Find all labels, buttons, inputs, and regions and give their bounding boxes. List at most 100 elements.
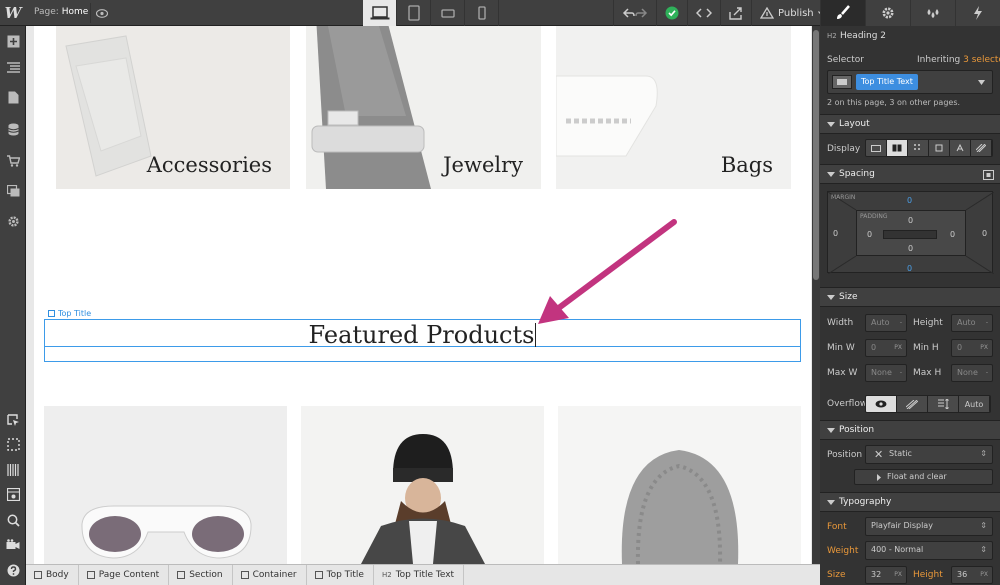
overflow-auto-button[interactable]: Auto (959, 396, 990, 412)
display-inline-block-button[interactable] (929, 140, 950, 156)
height-label: Height (913, 318, 943, 328)
margin-right[interactable]: 0 (982, 229, 987, 238)
line-height-field[interactable]: 36 PX (951, 566, 993, 584)
breadcrumb-body[interactable]: Body (32, 564, 79, 585)
product-card-sunglasses[interactable] (44, 406, 287, 564)
code-button[interactable] (687, 0, 720, 26)
min-height-label: Min H (913, 343, 939, 353)
featured-products-heading[interactable]: Featured Products (34, 321, 811, 349)
size-section-header[interactable]: Size (820, 287, 1000, 307)
webflow-logo[interactable]: W (0, 0, 26, 26)
width-field[interactable]: Auto - (865, 314, 907, 332)
selector-field[interactable]: Top Title Text (827, 70, 993, 94)
show-edges-button[interactable] (0, 433, 26, 455)
breadcrumb-container[interactable]: Container (239, 564, 307, 585)
margin-left[interactable]: 0 (833, 229, 838, 238)
overflow-visible-button[interactable] (866, 396, 897, 412)
video-tutorials-button[interactable] (0, 533, 26, 555)
margin-bottom[interactable]: 0 (907, 264, 912, 273)
product-card-grey-beanie[interactable] (558, 406, 801, 564)
float-and-clear-toggle[interactable]: Float and clear (854, 469, 993, 485)
breadcrumb-top-title-text[interactable]: H2 Top Title Text (380, 564, 465, 585)
padding-top[interactable]: 0 (908, 216, 913, 225)
unit-selector[interactable]: PX (894, 344, 902, 351)
site-settings-button[interactable] (0, 210, 26, 232)
position-select[interactable]: ✕ Static ⇕ (865, 445, 993, 464)
tab-lightning[interactable] (955, 0, 1000, 26)
add-elements-button[interactable] (0, 30, 26, 52)
tablet-view-button[interactable] (397, 0, 431, 26)
display-grid-button[interactable] (908, 140, 929, 156)
display-label: Display (827, 144, 861, 154)
max-width-field[interactable]: None - (865, 364, 907, 382)
page-selector[interactable]: Page: Home (34, 7, 88, 17)
font-size-field[interactable]: 32 PX (865, 566, 907, 584)
canvas-scrollbar-thumb[interactable] (813, 30, 819, 280)
phone-landscape-icon (440, 8, 455, 18)
display-none-button[interactable] (971, 140, 992, 156)
page-name: Home (61, 7, 89, 17)
unit-selector[interactable]: PX (894, 571, 902, 578)
category-card-bags[interactable]: Bags (556, 26, 791, 189)
weight-select[interactable]: 400 - Normal ⇕ (865, 541, 993, 560)
breadcrumb-page-content[interactable]: Page Content (85, 564, 170, 585)
selector-chip[interactable]: Top Title Text (856, 74, 918, 90)
max-height-label: Max H (913, 368, 942, 378)
position-section-header[interactable]: Position (820, 420, 1000, 440)
assets-button[interactable] (0, 180, 26, 202)
navigator-button[interactable] (0, 56, 26, 78)
export-button[interactable] (720, 0, 751, 26)
category-label: Jewelry (443, 153, 523, 177)
breadcrumb-top-title[interactable]: Top Title (313, 564, 374, 585)
spacing-section-header[interactable]: Spacing (820, 164, 1000, 184)
x-ray-button[interactable] (0, 459, 26, 481)
breadcrumb-section[interactable]: Section (175, 564, 233, 585)
overflow-scroll-button[interactable] (928, 396, 959, 412)
overflow-hidden-button[interactable] (897, 396, 928, 412)
select-tool-button[interactable] (0, 409, 26, 431)
ecommerce-button[interactable] (0, 150, 26, 172)
selector-label: Selector (827, 55, 864, 65)
unit-selector[interactable]: PX (980, 571, 988, 578)
select-arrows-icon: ⇕ (980, 521, 987, 530)
tablet-icon (407, 5, 420, 21)
layout-section-header[interactable]: Layout (820, 114, 1000, 134)
padding-bottom[interactable]: 0 (908, 244, 913, 253)
max-height-field[interactable]: None - (951, 364, 993, 382)
tab-settings[interactable] (865, 0, 910, 26)
search-button[interactable] (0, 509, 26, 531)
selector-state-icon[interactable] (832, 75, 852, 89)
pages-button[interactable] (0, 86, 26, 108)
landscape-view-button[interactable] (431, 0, 465, 26)
padding-left[interactable]: 0 (867, 230, 872, 239)
display-inline-button[interactable] (950, 140, 971, 156)
inheriting-info[interactable]: Inheriting 3 selectors (917, 55, 1000, 65)
display-block-button[interactable] (866, 140, 887, 156)
margin-top[interactable]: 0 (907, 196, 912, 205)
tab-interactions[interactable] (910, 0, 955, 26)
category-card-jewelry[interactable]: Jewelry (306, 26, 541, 189)
cms-button[interactable] (0, 118, 26, 140)
display-flex-button[interactable] (887, 140, 908, 156)
designer-canvas[interactable]: Accessories Jewelry Bags Top Title Featu… (26, 26, 820, 564)
select-arrows-icon: ⇕ (980, 449, 987, 458)
help-button[interactable] (0, 559, 26, 581)
portrait-view-button[interactable] (465, 0, 499, 26)
min-width-field[interactable]: 0 PX (865, 339, 907, 357)
desktop-view-button[interactable] (363, 0, 397, 26)
unit-selector[interactable]: PX (980, 344, 988, 351)
tab-style[interactable] (820, 0, 865, 26)
min-height-field[interactable]: 0 PX (951, 339, 993, 357)
field-value: Auto (957, 318, 976, 327)
typography-section-header[interactable]: Typography (820, 492, 1000, 512)
undo-redo-buttons[interactable] (613, 0, 656, 26)
product-card-beanie-model[interactable] (301, 406, 544, 564)
font-select[interactable]: Playfair Display ⇕ (865, 517, 993, 536)
element-label-text: Top Title (58, 309, 92, 318)
page-preview: Accessories Jewelry Bags Top Title Featu… (34, 26, 811, 564)
preview-mode-button[interactable] (0, 483, 26, 505)
height-field[interactable]: Auto - (951, 314, 993, 332)
padding-right[interactable]: 0 (950, 230, 955, 239)
preview-eye-icon[interactable] (90, 3, 112, 23)
category-card-accessories[interactable]: Accessories (56, 26, 290, 189)
